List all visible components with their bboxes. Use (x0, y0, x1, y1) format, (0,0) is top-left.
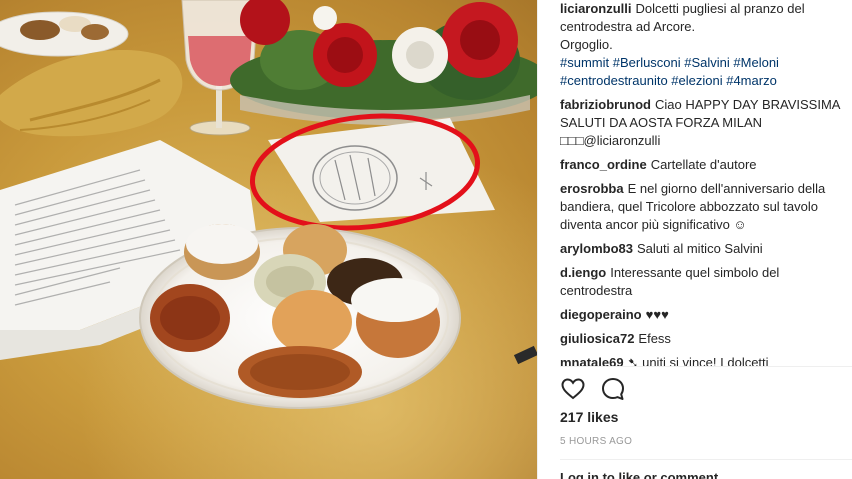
comment-text: Cartellate d'autore (650, 157, 757, 172)
caption-line-1: Dolcetti pugliesi al pranzo del (635, 1, 805, 16)
section-divider (560, 459, 852, 460)
comment: mnatale69 ➷ uniti si vince! I dolcetti (560, 354, 850, 366)
comment-text: Efess (638, 331, 671, 346)
speech-bubble-icon[interactable] (600, 376, 626, 402)
comment-username[interactable]: d.iengo (560, 265, 606, 280)
comment-username[interactable]: franco_ordine (560, 157, 647, 172)
post-sidebar: liciaronzulli Dolcetti pugliesi al pranzo… (537, 0, 852, 479)
comment: arylombo83 Saluti al mitico Salvini (560, 240, 850, 258)
comment-username[interactable]: arylombo83 (560, 241, 633, 256)
comment: giuliosica72 Efess (560, 330, 850, 348)
comment-text: ♥♥♥ (645, 307, 669, 322)
comment: fabriziobrunod Ciao HAPPY DAY BRAVISSIMA … (560, 96, 850, 150)
likes-count[interactable]: 217 likes (560, 409, 618, 425)
comments-list[interactable]: liciaronzulli Dolcetti pugliesi al pranzo… (560, 0, 850, 366)
caption-line-2: centrodestra ad Arcore. (560, 19, 696, 34)
post-caption: liciaronzulli Dolcetti pugliesi al pranzo… (560, 0, 850, 90)
post-photo[interactable] (0, 0, 537, 479)
comment-username[interactable]: giuliosica72 (560, 331, 634, 346)
login-prompt[interactable]: Log in to like or comment. (560, 470, 722, 479)
section-divider (560, 366, 852, 367)
photo-illustration (0, 0, 537, 479)
comment-username[interactable]: erosrobba (560, 181, 624, 196)
instagram-post: liciaronzulli Dolcetti pugliesi al pranzo… (0, 0, 852, 479)
hashtags-line-2[interactable]: #centrodestraunito #elezioni #4marzo (560, 72, 850, 90)
comment-username[interactable]: diegoperaino (560, 307, 642, 322)
comment: diegoperaino ♥♥♥ (560, 306, 850, 324)
comment-text: ➷ uniti si vince! I dolcetti (627, 355, 769, 366)
heart-outline-icon[interactable] (560, 376, 586, 402)
comment-text: Saluti al mitico Salvini (636, 241, 763, 256)
comment-username[interactable]: mnatale69 (560, 355, 624, 366)
post-timestamp[interactable]: 5 HOURS AGO (560, 436, 632, 447)
caption-line-3: Orgoglio. (560, 37, 613, 52)
hashtags-line-1[interactable]: #summit #Berlusconi #Salvini #Meloni (560, 54, 850, 72)
comment: franco_ordine Cartellate d'autore (560, 156, 850, 174)
comment: erosrobba E nel giorno dell'anniversario … (560, 180, 850, 234)
comment-username[interactable]: fabriziobrunod (560, 97, 651, 112)
comment: d.iengo Interessante quel simbolo del cen… (560, 264, 850, 300)
caption-author[interactable]: liciaronzulli (560, 1, 632, 16)
